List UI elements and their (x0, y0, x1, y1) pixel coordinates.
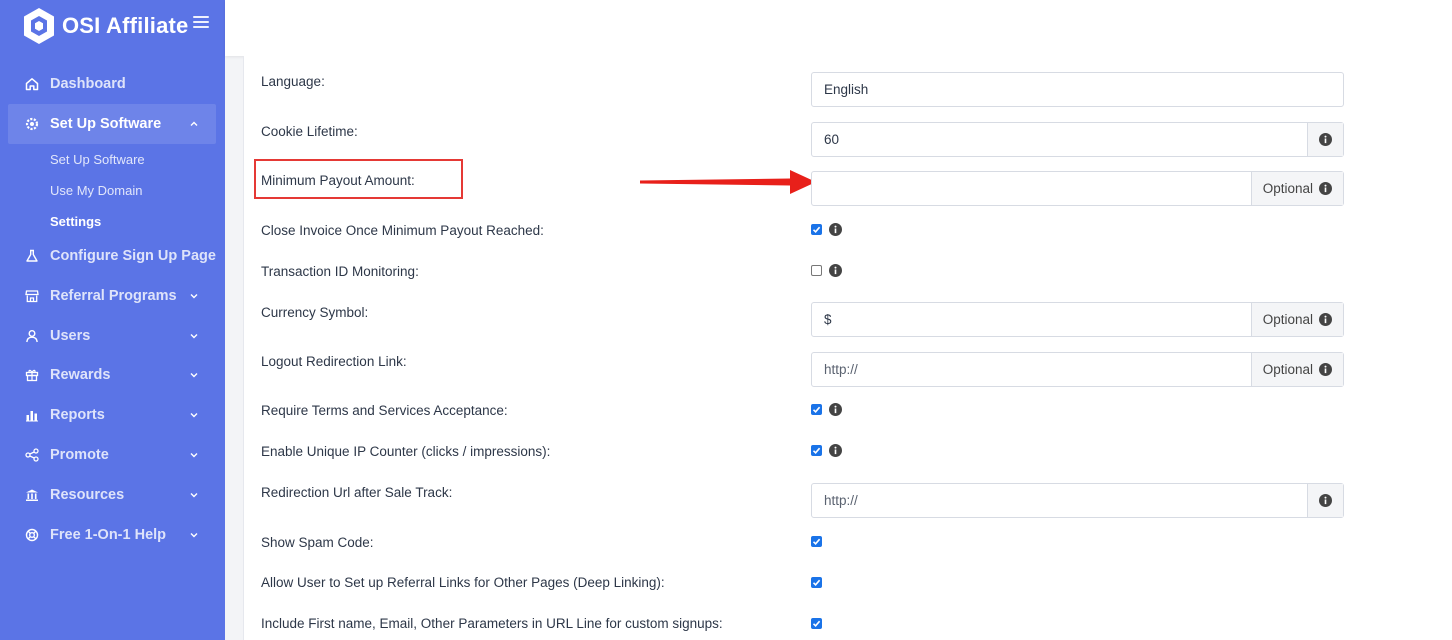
optional-label: Optional (1262, 312, 1313, 327)
transaction-id-label: Transaction ID Monitoring: (261, 264, 419, 279)
currency-symbol-optional-addon[interactable]: Optional (1250, 303, 1343, 336)
chevron-down-icon (190, 453, 198, 458)
chevron-down-icon (190, 493, 198, 498)
cookie-lifetime-input[interactable] (812, 123, 1307, 156)
sidebar-subitem-use-my-domain[interactable]: Use My Domain (50, 183, 142, 198)
info-icon[interactable] (829, 264, 842, 277)
close-invoice-label: Close Invoice Once Minimum Payout Reache… (261, 223, 544, 238)
chevron-down-icon (190, 294, 198, 299)
require-terms-label: Require Terms and Services Acceptance: (261, 403, 508, 418)
redirect-after-sale-info-addon[interactable] (1307, 484, 1343, 517)
cookie-lifetime-info-addon[interactable] (1307, 123, 1343, 156)
language-label: Language: (261, 74, 325, 89)
lifebuoy-icon (24, 527, 40, 543)
language-input[interactable] (812, 73, 1343, 106)
flask-icon (24, 248, 40, 264)
sidebar-item-free-help[interactable]: Free 1-On-1 Help (8, 515, 216, 555)
redirect-after-sale-field[interactable] (811, 483, 1344, 518)
chevron-down-icon (190, 533, 198, 538)
sidebar-item-label: Free 1-On-1 Help (50, 527, 167, 543)
sidebar-item-label: Referral Programs (50, 288, 177, 304)
include-params-checkbox[interactable] (811, 618, 822, 629)
store-icon (24, 288, 40, 304)
sidebar-item-label: Users (50, 328, 91, 344)
currency-symbol-label: Currency Symbol: (261, 305, 369, 320)
cookie-lifetime-field[interactable] (811, 122, 1344, 157)
gift-icon (24, 367, 40, 383)
min-payout-field[interactable]: Optional (811, 171, 1344, 206)
info-icon (1319, 182, 1332, 195)
share-icon (24, 447, 40, 463)
min-payout-optional-addon[interactable]: Optional (1250, 172, 1343, 205)
sidebar-item-set-up-software[interactable]: Set Up Software (8, 104, 216, 144)
logout-redirect-input[interactable] (812, 353, 1251, 386)
bar-chart-icon (24, 407, 40, 423)
sidebar-item-label: Resources (50, 487, 125, 503)
optional-label: Optional (1262, 181, 1313, 196)
language-field[interactable] (811, 72, 1344, 107)
bank-icon (24, 487, 40, 503)
unique-ip-checkbox[interactable] (811, 445, 822, 456)
top-header (225, 0, 1452, 56)
menu-toggle-icon[interactable] (193, 14, 209, 30)
sidebar-item-referral-programs[interactable]: Referral Programs (8, 276, 216, 316)
sidebar: OSI Affiliate Dashboard Set Up Software … (0, 0, 225, 640)
info-icon (1319, 133, 1332, 146)
chevron-down-icon (190, 413, 198, 418)
min-payout-label: Minimum Payout Amount: (261, 173, 415, 188)
sidebar-item-label: Rewards (50, 367, 111, 383)
sidebar-item-configure-sign-up-page[interactable]: Configure Sign Up Page (8, 236, 216, 276)
annotation-arrow-icon (640, 170, 816, 194)
sidebar-item-resources[interactable]: Resources (8, 475, 216, 515)
sidebar-item-reports[interactable]: Reports (8, 395, 216, 435)
info-icon[interactable] (829, 403, 842, 416)
user-icon (24, 328, 40, 344)
redirect-after-sale-input[interactable] (812, 484, 1307, 517)
sidebar-subitem-set-up-software[interactable]: Set Up Software (50, 152, 145, 167)
brand[interactable]: OSI Affiliate (22, 6, 188, 46)
currency-symbol-field[interactable]: Optional (811, 302, 1344, 337)
brand-name: OSI Affiliate (62, 13, 189, 38)
show-spam-label: Show Spam Code: (261, 535, 374, 550)
brand-logo-icon (24, 8, 54, 44)
chevron-up-icon (190, 121, 198, 126)
close-invoice-checkbox[interactable] (811, 224, 822, 235)
sidebar-item-dashboard[interactable]: Dashboard (8, 64, 216, 104)
sidebar-item-users[interactable]: Users (8, 316, 216, 356)
unique-ip-label: Enable Unique IP Counter (clicks / impre… (261, 444, 551, 459)
sidebar-item-label: Dashboard (50, 76, 126, 92)
info-icon (1319, 494, 1332, 507)
info-icon (1319, 313, 1332, 326)
sidebar-item-label: Reports (50, 407, 105, 423)
transaction-id-checkbox[interactable] (811, 265, 822, 276)
sidebar-item-label: Set Up Software (50, 116, 162, 132)
info-icon (1319, 363, 1332, 376)
info-icon[interactable] (829, 444, 842, 457)
info-icon[interactable] (829, 223, 842, 236)
sidebar-item-promote[interactable]: Promote (8, 435, 216, 475)
show-spam-checkbox[interactable] (811, 536, 822, 547)
sidebar-subitem-settings[interactable]: Settings (50, 214, 101, 229)
chevron-down-icon (190, 373, 198, 378)
logout-redirect-field[interactable]: Optional (811, 352, 1344, 387)
sidebar-item-label: Configure Sign Up Page (50, 248, 216, 264)
cookie-lifetime-label: Cookie Lifetime: (261, 124, 358, 139)
logout-redirect-optional-addon[interactable]: Optional (1250, 353, 1343, 386)
deep-linking-checkbox[interactable] (811, 577, 822, 588)
logout-redirect-label: Logout Redirection Link: (261, 354, 407, 369)
chevron-down-icon (190, 334, 198, 339)
deep-linking-label: Allow User to Set up Referral Links for … (261, 575, 665, 590)
home-icon (24, 76, 40, 92)
currency-symbol-input[interactable] (812, 303, 1251, 336)
min-payout-input[interactable] (812, 172, 1251, 205)
optional-label: Optional (1262, 362, 1313, 377)
include-params-label: Include First name, Email, Other Paramet… (261, 616, 723, 631)
sidebar-item-rewards[interactable]: Rewards (8, 355, 216, 395)
sidebar-item-label: Promote (50, 447, 109, 463)
redirect-after-sale-label: Redirection Url after Sale Track: (261, 485, 453, 500)
require-terms-checkbox[interactable] (811, 404, 822, 415)
gear-icon (24, 116, 40, 132)
